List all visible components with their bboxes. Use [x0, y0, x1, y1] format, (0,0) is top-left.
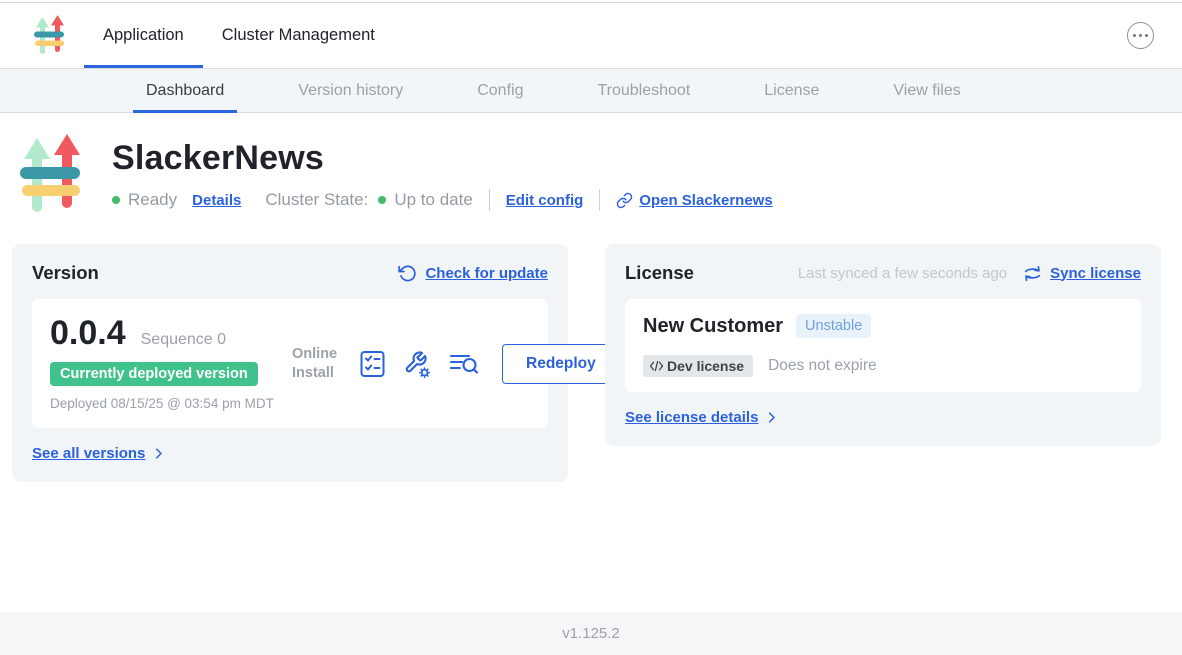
- app-ready-status-dot: [112, 196, 120, 204]
- sync-icon: [1023, 265, 1042, 282]
- subnav-version-history[interactable]: Version history: [285, 69, 416, 112]
- console-version-label: v1.125.2: [562, 625, 620, 642]
- ellipsis-icon: [1133, 34, 1137, 38]
- preflight-checklist-icon[interactable]: [359, 350, 386, 378]
- app-status-label: Ready: [128, 190, 177, 210]
- version-card: Version Check for update 0.0.4 Sequence …: [12, 244, 568, 482]
- deployed-timestamp: Deployed 08/15/25 @ 03:54 pm MDT: [50, 395, 282, 413]
- edit-config-link[interactable]: Edit config: [506, 192, 584, 209]
- cluster-state-label: Cluster State:: [265, 190, 368, 210]
- footer: v1.125.2: [0, 612, 1182, 655]
- top-navbar: Application Cluster Management: [0, 3, 1182, 68]
- overflow-menu-button[interactable]: [1127, 22, 1154, 49]
- open-app-link[interactable]: Open Slackernews: [639, 192, 772, 209]
- code-icon: [649, 359, 664, 373]
- config-wrench-icon[interactable]: [403, 350, 431, 378]
- deployed-status-badge: Currently deployed version: [50, 362, 258, 386]
- app-status-row: Ready Details Cluster State: Up to date …: [112, 189, 773, 211]
- subnav-dashboard[interactable]: Dashboard: [133, 69, 237, 112]
- subnav-license[interactable]: License: [751, 69, 832, 112]
- subnav-view-files[interactable]: View files: [880, 69, 973, 112]
- version-card-title: Version: [32, 262, 99, 284]
- see-all-versions-link[interactable]: See all versions: [32, 445, 145, 462]
- dashboard-cards: Version Check for update 0.0.4 Sequence …: [0, 244, 1182, 482]
- page-title: SlackerNews: [112, 139, 773, 178]
- license-card-title: License: [625, 262, 694, 284]
- details-link[interactable]: Details: [192, 192, 241, 209]
- license-card: License Last synced a few seconds ago Sy…: [605, 244, 1161, 446]
- tab-application-label: Application: [103, 26, 184, 45]
- view-logs-search-icon[interactable]: [448, 350, 479, 377]
- tab-cluster-management[interactable]: Cluster Management: [203, 3, 394, 68]
- see-license-details-link[interactable]: See license details: [625, 409, 758, 426]
- refresh-icon: [398, 264, 417, 283]
- subnav-troubleshoot[interactable]: Troubleshoot: [584, 69, 703, 112]
- divider: [599, 189, 600, 211]
- subnav-config-label: Config: [477, 82, 523, 100]
- cluster-state-value: Up to date: [394, 190, 472, 210]
- sync-license-link[interactable]: Sync license: [1050, 265, 1141, 282]
- license-detail-panel: New Customer Unstable Dev license Does n…: [625, 299, 1141, 392]
- app-logo-large-icon: [20, 132, 84, 220]
- license-expiry-label: Does not expire: [768, 357, 877, 375]
- version-number: 0.0.4: [50, 314, 126, 353]
- subnav-troubleshoot-label: Troubleshoot: [597, 82, 690, 100]
- chevron-right-icon: [151, 446, 166, 461]
- top-nav-tabs: Application Cluster Management: [84, 3, 394, 68]
- app-subnav: Dashboard Version history Config Trouble…: [0, 68, 1182, 113]
- check-for-update-link[interactable]: Check for update: [425, 265, 548, 282]
- tab-cluster-management-label: Cluster Management: [222, 26, 375, 45]
- chevron-right-icon: [764, 410, 779, 425]
- cluster-state-dot: [378, 196, 386, 204]
- subnav-view-files-label: View files: [893, 82, 960, 100]
- subnav-config[interactable]: Config: [464, 69, 536, 112]
- customer-name: New Customer: [643, 315, 783, 338]
- subnav-license-label: License: [764, 82, 819, 100]
- subnav-version-history-label: Version history: [298, 82, 403, 100]
- license-type-badge: Dev license: [643, 355, 753, 377]
- app-header: SlackerNews Ready Details Cluster State:…: [0, 113, 1182, 220]
- install-type-label: Online Install: [292, 345, 342, 381]
- divider: [489, 189, 490, 211]
- subnav-dashboard-label: Dashboard: [146, 82, 224, 100]
- app-logo-icon: [33, 14, 67, 58]
- link-icon: [616, 192, 633, 209]
- license-type-label: Dev license: [667, 358, 744, 374]
- tab-application[interactable]: Application: [84, 3, 203, 68]
- last-synced-label: Last synced a few seconds ago: [798, 265, 1007, 282]
- channel-badge: Unstable: [796, 314, 871, 338]
- redeploy-button[interactable]: Redeploy: [502, 344, 620, 384]
- current-version-panel: 0.0.4 Sequence 0 Currently deployed vers…: [32, 299, 548, 428]
- sequence-label: Sequence 0: [141, 331, 226, 349]
